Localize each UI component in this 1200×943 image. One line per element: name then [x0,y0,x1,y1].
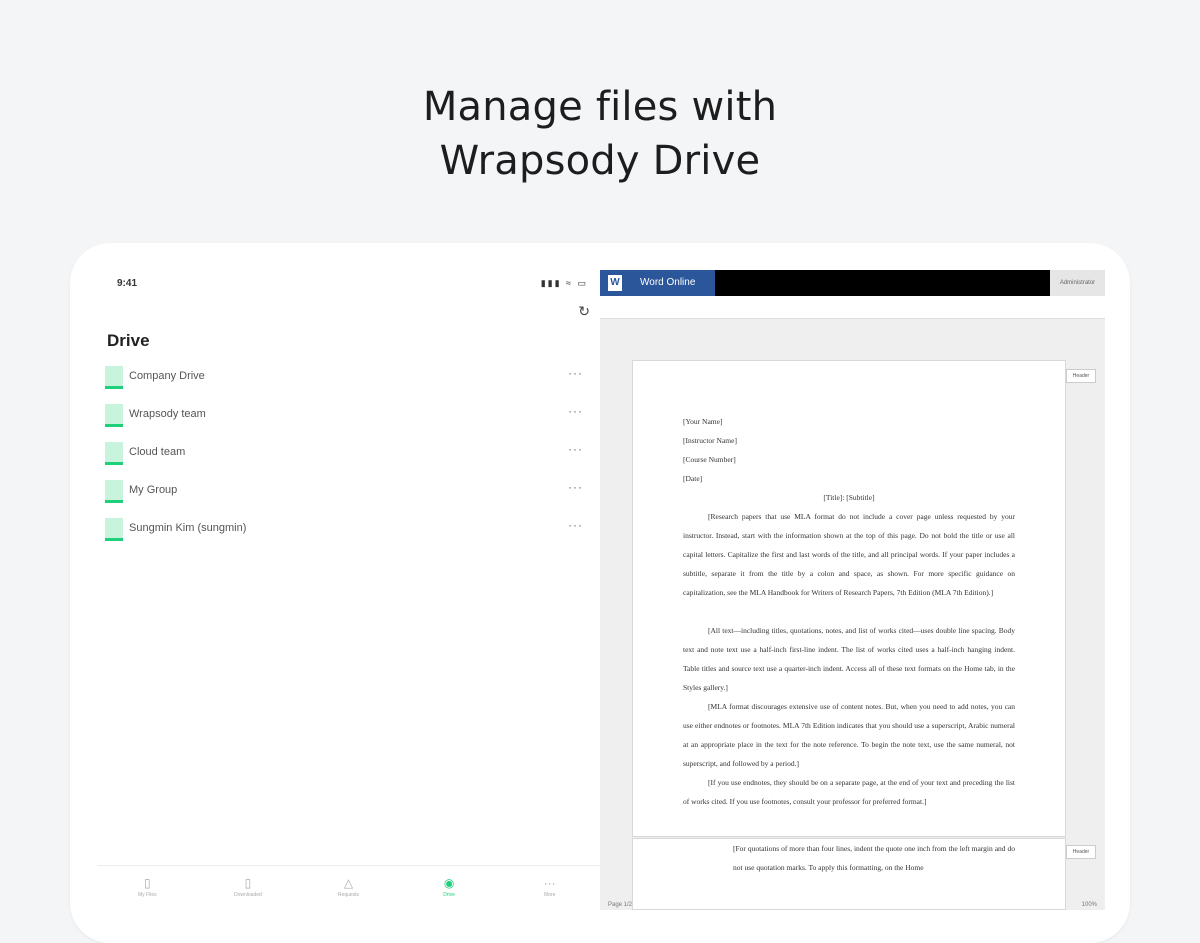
status-icons: ▮▮▮ ≈ ▭ [540,278,588,288]
bottom-tab-bar: ▯ My Files ▯ Downloaded △ Requests ◉ Dri… [97,865,600,914]
page-indicator: Page 1/2 [608,902,633,908]
tab-label: Drive [443,892,455,898]
drive-list: Company Drive ··· Wrapsody team ··· Clou… [105,366,595,556]
status-time: 9:41 [117,278,138,289]
zoom-level[interactable]: 100% [1082,902,1097,908]
user-account[interactable]: Administrator [1050,270,1105,296]
tab-my-files[interactable]: ▯ My Files [97,866,198,914]
more-options-icon[interactable]: ··· [568,404,583,418]
folder-icon [105,366,123,389]
word-ribbon [600,296,1105,319]
word-online-panel: W Word Online Administrator Header Heade… [600,270,1105,910]
more-options-icon[interactable]: ··· [568,480,583,494]
doc-date: [Date] [683,474,703,483]
doc-paragraph: [All text—including titles, quotations, … [683,626,1015,692]
tablet-frame: 9:41 ▮▮▮ ≈ ▭ ↻ Drive Company Drive ··· W… [70,243,1130,943]
word-brand[interactable]: W Word Online [600,270,715,296]
doc-your-name: [Your Name] [683,417,723,426]
doc-course: [Course Number] [683,455,736,464]
tab-label: Downloaded [233,892,262,898]
headline: Manage files with Wrapsody Drive [0,80,1200,188]
more-options-icon[interactable]: ··· [568,518,583,532]
list-item[interactable]: Company Drive ··· [105,366,595,404]
document-page-2[interactable]: [For quotations of more than four lines,… [632,838,1066,910]
doc-paragraph: [If you use endnotes, they should be on … [683,778,1015,806]
list-item[interactable]: Cloud team ··· [105,442,595,480]
drive-panel: 9:41 ▮▮▮ ≈ ▭ ↻ Drive Company Drive ··· W… [97,270,601,914]
tab-more[interactable]: ··· More [499,866,600,914]
list-item-label: My Group [129,484,178,496]
list-item[interactable]: Wrapsody team ··· [105,404,595,442]
word-top-bar: W Word Online Administrator [600,270,1105,296]
tab-label: My Files [137,892,157,898]
headline-line-1: Manage files with [422,84,778,130]
file-icon: ▯ [143,876,151,890]
list-item[interactable]: Sungmin Kim (sungmin) ··· [105,518,595,556]
header-label[interactable]: Header [1066,369,1096,383]
doc-paragraph: [Research papers that use MLA format do … [683,512,1015,597]
drive-icon: ◉ [443,876,455,890]
header-label[interactable]: Header [1066,845,1096,859]
more-options-icon[interactable]: ··· [568,366,583,380]
list-item-label: Cloud team [129,446,186,458]
doc-title: [Title]: [Subtitle] [823,493,875,502]
doc-instructor: [Instructor Name] [683,436,737,445]
headline-line-2: Wrapsody Drive [439,138,761,184]
tab-label: More [543,892,556,898]
more-options-icon[interactable]: ··· [568,442,583,456]
word-app-title: Word Online [640,277,696,288]
folder-icon [105,480,123,503]
folder-icon [105,404,123,427]
more-icon: ··· [543,876,556,890]
doc-paragraph: [For quotations of more than four lines,… [733,844,1015,872]
tab-downloaded[interactable]: ▯ Downloaded [198,866,299,914]
list-item-label: Wrapsody team [129,408,206,420]
page-title: Drive [107,331,150,350]
document-page[interactable]: [Your Name] [Instructor Name] [Course Nu… [632,360,1066,837]
folder-icon [105,518,123,541]
doc-paragraph: [MLA format discourages extensive use of… [683,702,1015,768]
download-icon: ▯ [244,876,252,890]
word-logo-icon: W [608,275,622,291]
request-icon: △ [343,876,354,890]
tab-drive[interactable]: ◉ Drive [399,866,500,914]
list-item-label: Sungmin Kim (sungmin) [129,522,247,534]
tab-requests[interactable]: △ Requests [298,866,399,914]
folder-icon [105,442,123,465]
list-item-label: Company Drive [129,370,205,382]
sync-icon[interactable]: ↻ [578,303,590,320]
list-item[interactable]: My Group ··· [105,480,595,518]
tab-label: Requests [337,892,360,898]
